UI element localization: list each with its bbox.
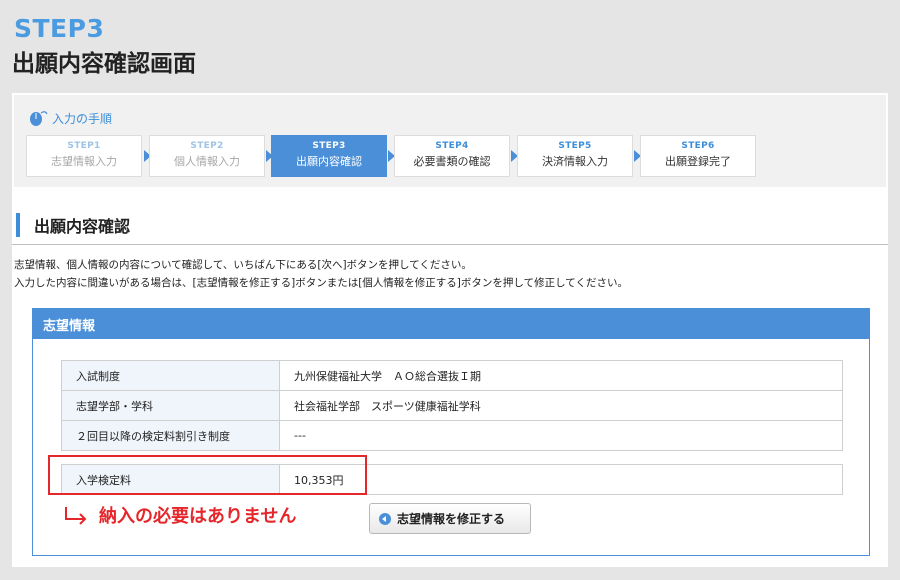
step-5: STEP5 決済情報入力 — [517, 135, 633, 177]
button-label: 志望情報を修正する — [397, 512, 506, 526]
no-payment-note: 納入の必要はありません — [63, 502, 296, 528]
row-value: --- — [279, 420, 843, 451]
highlight-frame — [48, 455, 367, 495]
step-name: 個人情報入力 — [174, 155, 240, 168]
mouse-icon — [30, 111, 48, 126]
section-title: 出願内容確認 — [34, 217, 131, 236]
step-name: 決済情報入力 — [542, 155, 608, 168]
step-2: STEP2 個人情報入力 — [149, 135, 265, 177]
step-name: 必要書類の確認 — [413, 155, 491, 168]
arrow-right-icon — [65, 507, 87, 525]
divider — [12, 244, 888, 245]
step-number: STEP4 — [435, 141, 469, 151]
row-label: 志望学部・学科 — [61, 390, 280, 421]
info-table: 入試制度 九州保健福祉大学 ＡＯ総合選抜Ｉ期 志望学部・学科 社会福祉学部 スポ… — [61, 360, 843, 451]
step-name: 出願登録完了 — [665, 155, 731, 168]
table-row: 志望学部・学科 社会福祉学部 スポーツ健康福祉学科 — [61, 390, 843, 421]
steps-heading: 入力の手順 — [28, 109, 112, 127]
step-3: STEP3 出願内容確認 — [271, 135, 387, 177]
aspiration-info-box: 志望情報 入試制度 九州保健福祉大学 ＡＯ総合選抜Ｉ期 志望学部・学科 社会福祉… — [32, 308, 870, 556]
main-panel: 入力の手順 STEP1 志望情報入力 STEP2 個人情報入力 STEP3 出願… — [12, 93, 888, 567]
instruction-text: 入力した内容に間違いがある場合は、[志望情報を修正する]ボタンまたは[個人情報を… — [14, 277, 628, 289]
step-number: STEP5 — [558, 141, 592, 151]
instruction-text: 志望情報、個人情報の内容について確認して、いちばん下にある[次へ]ボタンを押して… — [14, 259, 472, 271]
step-number: STEP3 — [312, 141, 346, 151]
step-1: STEP1 志望情報入力 — [26, 135, 142, 177]
step-number: STEP2 — [190, 141, 224, 151]
edit-aspiration-button[interactable]: 志望情報を修正する — [369, 503, 531, 534]
row-value: 社会福祉学部 スポーツ健康福祉学科 — [279, 390, 843, 421]
box-header: 志望情報 — [33, 309, 869, 339]
step-name: 志望情報入力 — [51, 155, 117, 168]
table-row: ２回目以降の検定料割引き制度 --- — [61, 420, 843, 451]
back-arrow-icon — [379, 512, 391, 525]
step-number: STEP6 — [681, 141, 715, 151]
steps-heading-text: 入力の手順 — [52, 111, 113, 126]
section-marker — [16, 213, 20, 237]
row-label: 入試制度 — [61, 360, 280, 391]
page-title: 出願内容確認画面 — [12, 51, 196, 77]
step-number: STEP1 — [67, 141, 101, 151]
note-text: 納入の必要はありません — [99, 506, 297, 527]
row-value: 九州保健福祉大学 ＡＯ総合選抜Ｉ期 — [279, 360, 843, 391]
step-6: STEP6 出願登録完了 — [640, 135, 756, 177]
step-name: 出願内容確認 — [296, 155, 362, 168]
step-label: STEP3 — [14, 14, 105, 43]
row-label: ２回目以降の検定料割引き制度 — [61, 420, 280, 451]
step-4: STEP4 必要書類の確認 — [394, 135, 510, 177]
steps-progress: 入力の手順 STEP1 志望情報入力 STEP2 個人情報入力 STEP3 出願… — [14, 95, 886, 187]
table-row: 入試制度 九州保健福祉大学 ＡＯ総合選抜Ｉ期 — [61, 360, 843, 391]
